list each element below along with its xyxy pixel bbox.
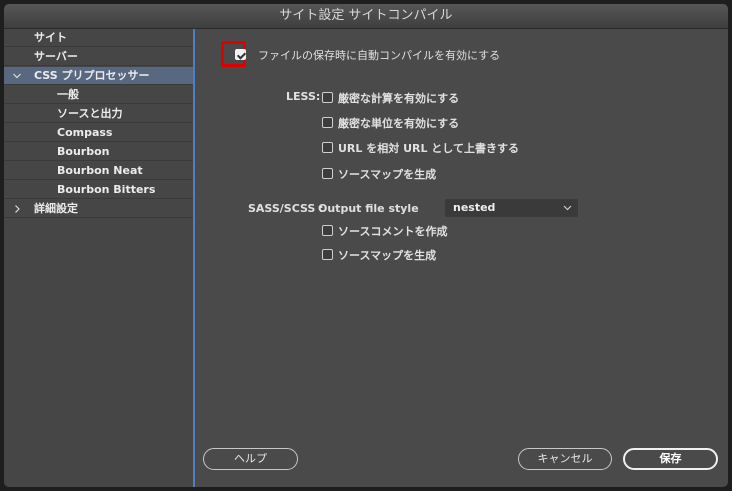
autocompile-checkbox[interactable]	[235, 49, 247, 60]
sidebar-item-label: CSS プリプロセッサー	[34, 69, 150, 82]
less-strict-math-checkbox[interactable]	[322, 92, 333, 103]
chevron-right-icon[interactable]	[12, 200, 22, 218]
less-strict-units-label: 厳密な単位を有効にする	[338, 117, 460, 130]
sass-source-comments-checkbox[interactable]	[322, 225, 333, 236]
sass-source-map-checkbox[interactable]	[322, 249, 333, 260]
sidebar-item-bourbon[interactable]: Bourbon	[4, 143, 193, 161]
sidebar-item-label: Bourbon Bitters	[57, 183, 156, 196]
output-style-value: nested	[453, 201, 496, 214]
less-source-map-label: ソースマップを生成	[338, 168, 437, 181]
site-settings-dialog: サイト設定 サイトコンパイル サイト サーバー CSS プリプロセッサー 一般 …	[4, 4, 728, 487]
sidebar-item-label: 一般	[57, 88, 79, 101]
sidebar-item-css-preprocessor[interactable]: CSS プリプロセッサー	[4, 67, 193, 85]
less-strict-units-checkbox[interactable]	[322, 117, 333, 128]
sass-source-comments-label: ソースコメントを作成	[338, 225, 448, 238]
less-label: LESS:	[286, 90, 321, 103]
less-relative-urls-checkbox[interactable]	[322, 142, 333, 153]
sidebar-item-label: ソースと出力	[57, 107, 123, 120]
sidebar: サイト サーバー CSS プリプロセッサー 一般 ソースと出力 Compass …	[4, 29, 195, 487]
sidebar-item-source-output[interactable]: ソースと出力	[4, 105, 193, 123]
sidebar-item-label: サイト	[34, 31, 67, 44]
less-strict-math-label: 厳密な計算を有効にする	[338, 92, 460, 105]
chevron-down-icon[interactable]	[12, 67, 22, 85]
checkmark-icon	[236, 50, 247, 60]
sidebar-item-compass[interactable]: Compass	[4, 124, 193, 142]
sidebar-item-label: Bourbon	[57, 145, 110, 158]
window-title: サイト設定 サイトコンパイル	[4, 4, 728, 29]
sidebar-item-site[interactable]: サイト	[4, 29, 193, 47]
sidebar-item-general[interactable]: 一般	[4, 86, 193, 104]
help-button[interactable]: ヘルプ	[203, 448, 298, 470]
sidebar-item-server[interactable]: サーバー	[4, 48, 193, 66]
sidebar-item-label: Bourbon Neat	[57, 164, 143, 177]
sidebar-item-advanced[interactable]: 詳細設定	[4, 200, 193, 218]
save-button[interactable]: 保存	[623, 448, 718, 470]
less-relative-urls-label: URL を相対 URL として上書きする	[338, 142, 519, 155]
sidebar-item-bourbon-neat[interactable]: Bourbon Neat	[4, 162, 193, 180]
autocompile-label: ファイルの保存時に自動コンパイルを有効にする	[258, 49, 501, 62]
sass-source-map-label: ソースマップを生成	[338, 249, 437, 262]
sass-label: SASS/SCSS :	[248, 202, 324, 215]
sidebar-item-label: サーバー	[34, 50, 78, 63]
sidebar-item-label: 詳細設定	[34, 202, 78, 215]
output-style-select[interactable]: nested	[445, 199, 578, 217]
sidebar-item-bourbon-bitters[interactable]: Bourbon Bitters	[4, 181, 193, 199]
sidebar-item-label: Compass	[57, 126, 113, 139]
cancel-button[interactable]: キャンセル	[518, 448, 612, 470]
less-source-map-checkbox[interactable]	[322, 168, 333, 179]
chevron-down-icon	[563, 199, 572, 224]
output-style-label: Output file style	[318, 202, 419, 215]
